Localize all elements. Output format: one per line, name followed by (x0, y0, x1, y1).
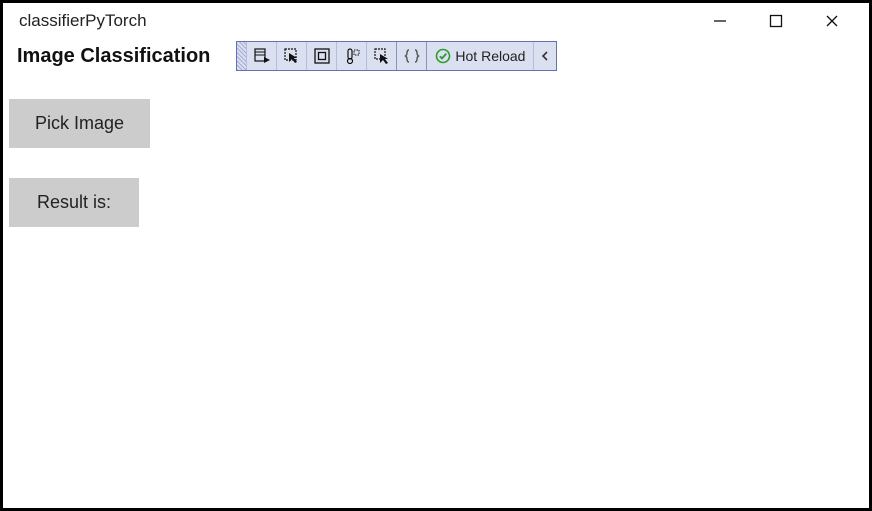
maximize-button[interactable] (755, 6, 797, 36)
window-title: classifierPyTorch (19, 11, 147, 31)
close-button[interactable] (811, 6, 853, 36)
app-window: classifierPyTorch Image Classification (0, 0, 872, 511)
cursor-box-icon (373, 47, 391, 65)
chevron-left-icon (539, 50, 551, 62)
window-controls (699, 6, 861, 36)
tree-settings-icon (253, 47, 271, 65)
minimize-icon (713, 14, 727, 28)
live-visual-tree-button[interactable] (247, 42, 277, 70)
result-label: Result is: (9, 178, 139, 227)
xaml-binding-failures-button[interactable] (397, 42, 427, 70)
titlebar: classifierPyTorch (3, 3, 869, 39)
check-circle-icon (435, 48, 451, 64)
hot-reload-button[interactable]: Hot Reload (427, 42, 534, 70)
thermometer-icon (343, 47, 361, 65)
toolbar-overflow-button[interactable] (534, 42, 556, 70)
select-element-button[interactable] (277, 42, 307, 70)
page-title: Image Classification (17, 45, 210, 68)
hot-reload-label: Hot Reload (455, 48, 525, 64)
go-to-live-visual-tree-button[interactable] (367, 42, 397, 70)
layout-square-icon (313, 47, 331, 65)
content-area: Pick Image Result is: (3, 75, 869, 227)
close-icon (825, 14, 839, 28)
debug-toolbar: Hot Reload (236, 41, 557, 71)
cursor-select-icon (283, 47, 301, 65)
pick-image-button[interactable]: Pick Image (9, 99, 150, 148)
maximize-icon (769, 14, 783, 28)
display-layout-button[interactable] (307, 42, 337, 70)
toolbar-grip-icon[interactable] (237, 42, 247, 70)
track-focused-element-button[interactable] (337, 42, 367, 70)
minimize-button[interactable] (699, 6, 741, 36)
header-row: Image Classification (3, 39, 869, 75)
braces-icon (403, 47, 421, 65)
